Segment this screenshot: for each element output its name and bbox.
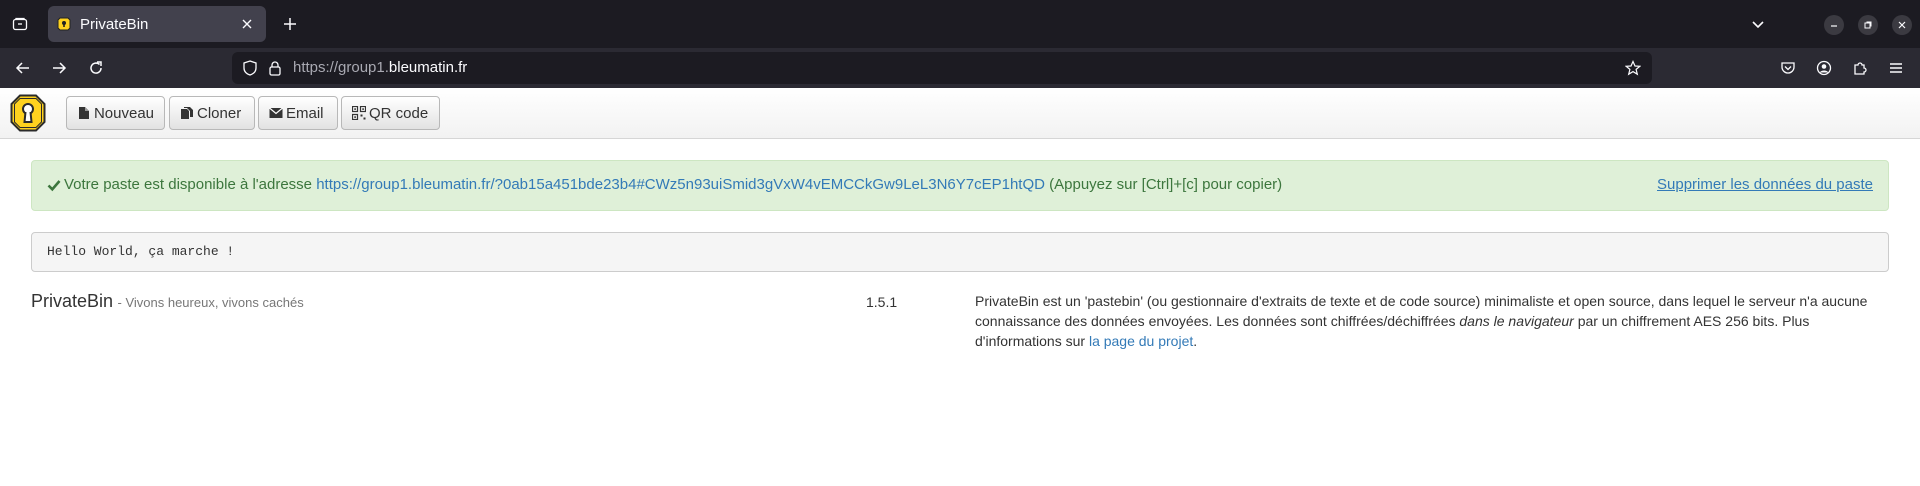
alert-prefix: Votre paste est disponible à l'adresse [64,176,313,193]
check-icon [47,178,61,192]
tab-title: PrivateBin [80,15,149,33]
chevron-down-icon[interactable] [1746,12,1770,36]
close-icon[interactable] [236,13,258,35]
pocket-icon[interactable] [1778,58,1798,78]
about-text: PrivateBin est un 'pastebin' (ou gestion… [975,291,1875,351]
alert-copy-hint: (Appuyez sur [Ctrl]+[c] pour copier) [1049,176,1283,193]
email-button-label: Email [286,104,324,122]
url-bar[interactable]: https://group1.bleumatin.fr [232,52,1652,84]
url-text[interactable]: https://group1.bleumatin.fr [293,59,467,76]
footer-app-name: PrivateBin [31,291,114,311]
privatebin-navbar: Nouveau Cloner Email QR code [0,88,1920,139]
project-page-link[interactable]: la page du projet [1089,333,1193,349]
copy-icon [180,106,194,120]
file-icon [77,106,91,120]
privatebin-logo[interactable] [10,94,46,132]
menu-icon[interactable] [1886,58,1906,78]
new-button-label: Nouveau [93,104,154,122]
shield-icon[interactable] [242,60,258,76]
page-content: Nouveau Cloner Email QR code Votre paste… [0,88,1920,486]
footer-tagline: - Vivons heureux, vivons cachés [117,295,304,310]
star-icon[interactable] [1624,59,1642,77]
version-number: 1.5.1 [866,294,898,310]
url-domain: bleumatin.fr [388,59,468,76]
about-emphasis: dans le navigateur [1459,313,1574,329]
plus-icon[interactable] [278,12,302,36]
lock-icon[interactable] [267,60,283,76]
maximize-icon[interactable] [1858,15,1878,35]
url-prefix: https://group1. [293,59,389,76]
qrcode-button[interactable]: QR code [341,96,440,130]
clone-button-label: Cloner [197,104,242,122]
browser-nav-bar: https://group1.bleumatin.fr [0,48,1920,88]
tab-list-icon[interactable] [8,12,32,36]
browser-tab[interactable]: PrivateBin [48,6,266,42]
back-icon[interactable] [9,54,37,82]
paste-url-link[interactable]: https://group1.bleumatin.fr/?0ab15a451bd… [316,176,1045,193]
minimize-icon[interactable] [1824,15,1844,35]
paste-content[interactable]: Hello World, ça marche ! [31,232,1889,272]
paste-url-alert: Votre paste est disponible à l'adresse h… [31,160,1889,211]
email-button[interactable]: Email [258,96,338,130]
envelope-icon [269,106,283,120]
about-end: . [1193,333,1198,349]
privatebin-favicon-icon [56,16,72,32]
alert-message: Votre paste est disponible à l'adresse h… [47,176,1282,193]
window-close-icon[interactable] [1892,15,1912,35]
delete-paste-link[interactable]: Supprimer les données du paste [1657,176,1873,193]
browser-tab-bar: PrivateBin [0,0,1920,48]
qrcode-button-label: QR code [369,104,429,122]
new-button[interactable]: Nouveau [66,96,165,130]
forward-icon[interactable] [45,54,73,82]
extensions-icon[interactable] [1850,58,1870,78]
clone-button[interactable]: Cloner [169,96,255,130]
reload-icon[interactable] [82,54,110,82]
account-icon[interactable] [1814,58,1834,78]
footer-brand: PrivateBin - Vivons heureux, vivons cach… [31,291,304,312]
qrcode-icon [352,106,366,120]
